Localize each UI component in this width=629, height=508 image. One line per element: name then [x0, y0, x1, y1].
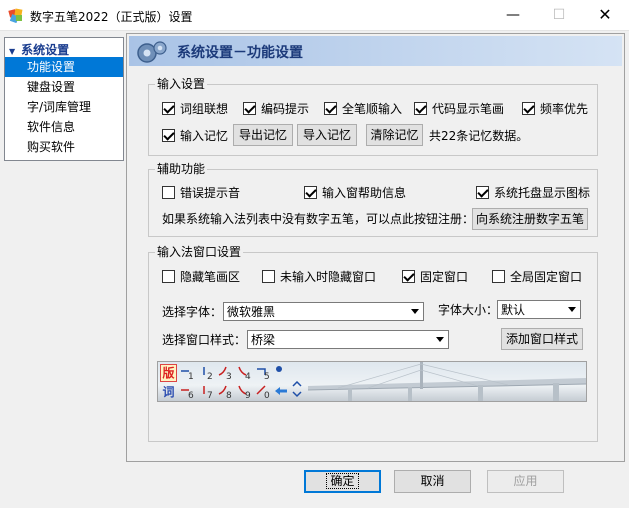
stroke-key-4: 4 — [235, 364, 253, 382]
ime-style-preview: 版 词 1 2 3 4 5 6 7 8 9 0 — [157, 361, 587, 402]
checkbox-box[interactable] — [162, 102, 175, 115]
font-size-select-value: 默认 — [501, 303, 526, 317]
stroke-key-2: 2 — [203, 367, 213, 382]
stroke-key-7: 7 — [203, 386, 213, 401]
register-ime-button[interactable]: 向系统注册数字五笔 — [472, 208, 588, 230]
close-button[interactable]: ✕ — [582, 0, 628, 30]
ime-logo-icon: 版 — [160, 364, 177, 382]
checkbox-box[interactable] — [243, 102, 256, 115]
chevron-down-icon[interactable] — [563, 301, 580, 318]
checkbox-label: 输入记忆 — [180, 129, 229, 143]
ime-word-icon: 词 — [162, 385, 175, 399]
checkbox-box[interactable] — [162, 129, 175, 142]
stroke-key-6: 6 — [181, 389, 194, 401]
checkbox-box[interactable] — [522, 102, 535, 115]
checkbox-box[interactable] — [262, 270, 275, 283]
hide-window-when-idle-checkbox[interactable]: 未输入时隐藏窗口 — [262, 269, 376, 285]
back-arrow-icon — [275, 387, 287, 395]
code-hint-checkbox[interactable]: 编码提示 — [243, 101, 309, 117]
checkbox-label: 全笔顺输入 — [342, 102, 403, 116]
font-size-select[interactable]: 默认 — [497, 300, 581, 319]
checkbox-label: 频率优先 — [540, 102, 589, 116]
checkbox-label: 代码显示笔画 — [432, 102, 505, 116]
checkbox-box[interactable] — [492, 270, 505, 283]
checkbox-box[interactable] — [304, 186, 317, 199]
apply-button: 应用 — [487, 470, 564, 493]
window-style-select-value: 桥梁 — [251, 333, 276, 347]
stroke-key-9: 9 — [235, 383, 253, 401]
word-association-checkbox[interactable]: 词组联想 — [162, 101, 228, 117]
cancel-button[interactable]: 取消 — [394, 470, 471, 493]
input-window-help-checkbox[interactable]: 输入窗帮助信息 — [304, 185, 406, 201]
checkbox-box[interactable] — [324, 102, 337, 115]
checkbox-box[interactable] — [162, 186, 175, 199]
chevron-down-icon[interactable] — [431, 331, 448, 348]
ok-button[interactable]: 确定 — [304, 470, 381, 493]
fixed-window-checkbox[interactable]: 固定窗口 — [402, 269, 468, 285]
expand-arrow-icon[interactable]: ▼ — [9, 47, 15, 56]
checkbox-label: 未输入时隐藏窗口 — [280, 270, 377, 284]
full-stroke-input-checkbox[interactable]: 全笔顺输入 — [324, 101, 402, 117]
input-memory-checkbox[interactable]: 输入记忆 — [162, 128, 228, 144]
window-style-label: 选择窗口样式： — [162, 333, 247, 347]
error-sound-checkbox[interactable]: 错误提示音 — [162, 185, 240, 201]
checkbox-label: 输入窗帮助信息 — [322, 186, 407, 200]
ime-window-legend: 输入法窗口设置 — [155, 244, 244, 260]
frequency-priority-checkbox[interactable]: 频率优先 — [522, 101, 588, 117]
chevron-down-icon[interactable] — [406, 303, 423, 320]
stroke-key-0: 0 — [254, 383, 272, 401]
memory-count-text: 共22条记忆数据。 — [429, 129, 529, 143]
nav-root-label: 系统设置 — [21, 43, 70, 57]
maximize-button: ☐ — [552, 7, 566, 23]
dot-icon — [276, 366, 282, 372]
stroke-key-3: 3 — [216, 364, 234, 382]
nav-item-function-settings[interactable]: 功能设置 — [5, 57, 123, 77]
checkbox-label: 隐藏笔画区 — [180, 270, 241, 284]
aux-settings-legend: 辅助功能 — [155, 161, 208, 177]
font-label: 选择字体： — [162, 305, 223, 319]
nav-item-buy-software[interactable]: 购买软件 — [5, 137, 123, 157]
register-hint-text: 如果系统输入法列表中没有数字五笔，可以点此按钮注册： — [162, 212, 475, 226]
tray-icon-checkbox[interactable]: 系统托盘显示图标 — [476, 185, 590, 201]
checkbox-label: 词组联想 — [180, 102, 229, 116]
checkbox-box[interactable] — [162, 270, 175, 283]
panel-title: 系统设置－功能设置 — [177, 45, 303, 61]
export-memory-button[interactable]: 导出记忆 — [233, 124, 293, 146]
window-title: 数字五笔2022（正式版）设置 — [30, 10, 193, 24]
font-select-value: 微软雅黑 — [227, 305, 276, 319]
settings-nav-tree: ▼ 系统设置 功能设置 键盘设置 字/词库管理 软件信息 购买软件 — [4, 37, 124, 161]
font-size-label: 字体大小： — [438, 303, 499, 317]
checkbox-box[interactable] — [402, 270, 415, 283]
ok-button-label: 确定 — [326, 473, 359, 489]
checkbox-box[interactable] — [476, 186, 489, 199]
title-bar: 数字五笔2022（正式版）设置 — ☐ ✕ — [0, 0, 629, 31]
panel-banner: 系统设置－功能设置 — [129, 36, 622, 66]
gears-icon — [137, 41, 167, 63]
checkbox-label: 系统托盘显示图标 — [494, 186, 591, 200]
window-style-select[interactable]: 桥梁 — [247, 330, 449, 349]
add-window-style-button[interactable]: 添加窗口样式 — [501, 328, 583, 350]
font-select[interactable]: 微软雅黑 — [223, 302, 424, 321]
nav-item-dictionary-management[interactable]: 字/词库管理 — [5, 97, 123, 117]
checkbox-label: 固定窗口 — [420, 270, 469, 284]
clear-memory-button[interactable]: 清除记忆 — [366, 124, 423, 146]
hide-stroke-area-checkbox[interactable]: 隐藏笔画区 — [162, 269, 240, 285]
app-logo-icon — [8, 8, 23, 23]
nav-item-keyboard-settings[interactable]: 键盘设置 — [5, 77, 123, 97]
nav-root-system-settings[interactable]: ▼ 系统设置 — [9, 41, 69, 58]
code-show-strokes-checkbox[interactable]: 代码显示笔画 — [414, 101, 504, 117]
input-settings-legend: 输入设置 — [155, 76, 208, 92]
checkbox-label: 全局固定窗口 — [510, 270, 583, 284]
page-up-down-icon — [292, 380, 302, 398]
checkbox-label: 编码提示 — [261, 102, 310, 116]
nav-item-software-info[interactable]: 软件信息 — [5, 117, 123, 137]
stroke-key-5: 5 — [254, 364, 272, 382]
global-fixed-window-checkbox[interactable]: 全局固定窗口 — [492, 269, 582, 285]
import-memory-button[interactable]: 导入记忆 — [297, 124, 357, 146]
checkbox-box[interactable] — [414, 102, 427, 115]
stroke-key-8: 8 — [216, 383, 234, 401]
stroke-key-1: 1 — [181, 370, 194, 382]
checkbox-label: 错误提示音 — [180, 186, 241, 200]
minimize-button[interactable]: — — [490, 0, 536, 30]
